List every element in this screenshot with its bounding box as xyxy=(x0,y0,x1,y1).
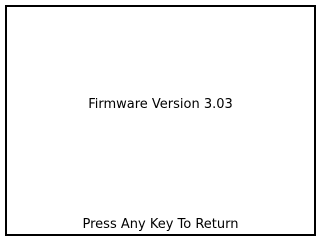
return-prompt: Press Any Key To Return xyxy=(82,217,239,232)
firmware-info-screen[interactable]: Firmware Version 3.03 Press Any Key To R… xyxy=(5,5,316,236)
firmware-version-label: Firmware Version 3.03 xyxy=(88,97,233,112)
